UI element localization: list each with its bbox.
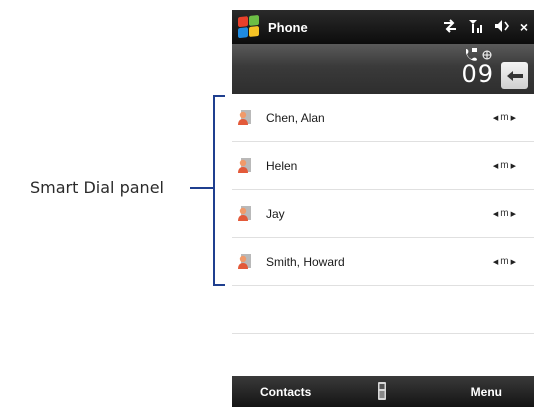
contact-avatar-icon — [236, 205, 252, 223]
contact-row[interactable]: Jay ◀ m ▶ — [232, 190, 534, 238]
arrow-right-icon[interactable]: ▶ — [511, 258, 516, 266]
keyboard-icon[interactable] — [376, 380, 388, 402]
contact-name: Jay — [266, 206, 285, 221]
smart-dial-panel: Chen, Alan ◀ m ▶ Helen ◀ m ▶ Jay ◀ m ▶ S… — [232, 94, 534, 334]
number-type-label: m — [500, 208, 509, 219]
phone-screen: Phone × 09 Chen, Alan ◀ m ▶ Helen ◀ m ▶ … — [232, 10, 534, 407]
contacts-softkey[interactable]: Contacts — [260, 385, 311, 399]
annotation-bracket — [213, 95, 215, 286]
number-type-selector[interactable]: ◀ m ▶ — [493, 208, 516, 219]
contact-row[interactable]: Chen, Alan ◀ m ▶ — [232, 94, 534, 142]
arrow-right-icon[interactable]: ▶ — [511, 162, 516, 170]
contact-row[interactable]: Smith, Howard ◀ m ▶ — [232, 238, 534, 286]
annotation-bracket-top — [213, 95, 225, 97]
app-title: Phone — [268, 19, 308, 35]
windows-start-icon[interactable] — [238, 14, 260, 39]
softkey-bar: Contacts Menu — [232, 376, 534, 407]
contact-name: Chen, Alan — [266, 110, 325, 125]
contact-row[interactable]: Helen ◀ m ▶ — [232, 142, 534, 190]
contact-avatar-icon — [236, 109, 252, 127]
arrow-left-icon[interactable]: ◀ — [493, 162, 498, 170]
backspace-icon — [506, 70, 523, 81]
contact-name: Helen — [266, 158, 298, 173]
close-icon[interactable]: × — [520, 19, 528, 35]
contact-avatar-icon — [236, 157, 252, 175]
annotation-pointer-line — [190, 187, 213, 189]
status-icons: × — [442, 10, 528, 44]
empty-list-row — [232, 286, 534, 334]
volume-icon[interactable] — [494, 19, 510, 36]
arrow-right-icon[interactable]: ▶ — [511, 114, 516, 122]
backspace-button[interactable] — [501, 62, 528, 89]
arrow-left-icon[interactable]: ◀ — [493, 258, 498, 266]
connectivity-icon[interactable] — [442, 18, 458, 36]
number-type-label: m — [500, 112, 509, 123]
signal-icon[interactable] — [468, 19, 484, 36]
arrow-left-icon[interactable]: ◀ — [493, 114, 498, 122]
number-type-selector[interactable]: ◀ m ▶ — [493, 112, 516, 123]
dialed-number: 09 — [461, 60, 494, 88]
number-type-selector[interactable]: ◀ m ▶ — [493, 256, 516, 267]
contact-avatar-icon — [236, 253, 252, 271]
arrow-left-icon[interactable]: ◀ — [493, 210, 498, 218]
dial-bar: 09 — [232, 44, 534, 94]
smart-dial-annotation-label: Smart Dial panel — [30, 178, 164, 197]
number-type-label: m — [500, 256, 509, 267]
arrow-right-icon[interactable]: ▶ — [511, 210, 516, 218]
menu-softkey[interactable]: Menu — [471, 385, 502, 399]
number-type-selector[interactable]: ◀ m ▶ — [493, 160, 516, 171]
number-type-label: m — [500, 160, 509, 171]
annotation-bracket-bottom — [213, 284, 225, 286]
title-bar: Phone × — [232, 10, 534, 44]
contact-name: Smith, Howard — [266, 254, 345, 269]
